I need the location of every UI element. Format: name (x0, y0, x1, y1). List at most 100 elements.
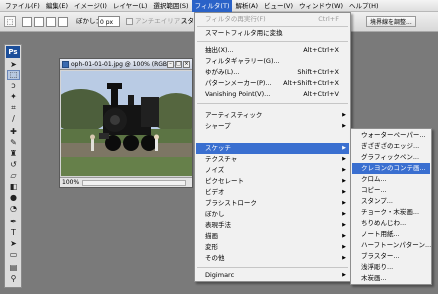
menu-item-vanishing-point[interactable]: Vanishing Point(V)... Alt+Ctrl+V (196, 89, 349, 100)
blur-tool-icon[interactable]: ● (7, 193, 20, 203)
brush-tool-icon[interactable]: ✎ (7, 138, 20, 148)
submenu-item-chrome[interactable]: クロム... (352, 174, 430, 185)
menu-bar: ファイル(F) 編集(E) イメージ(I) レイヤー(L) 選択範囲(S) フィ… (0, 0, 438, 12)
filter-menu: フィルタの再実行(F) Ctrl+F スマートフィルタ用に変換 抽出(X)... A… (194, 12, 351, 282)
menu-item-repeat-filter[interactable]: フィルタの再実行(F) Ctrl+F (196, 14, 349, 25)
menu-item-render[interactable]: 描画 ▶ (196, 231, 349, 242)
menu-item-texture[interactable]: テクスチャ ▶ (196, 154, 349, 165)
path-selection-tool-icon[interactable]: ➤ (7, 239, 20, 249)
magic-wand-tool-icon[interactable]: ✦ (7, 92, 20, 102)
sketch-submenu: ウォーターペーパー... ぎざぎざのエッジ... グラフィックペン... クレヨ… (350, 128, 432, 285)
menu-item-digimarc[interactable]: Digimarc ▶ (196, 270, 349, 281)
submenu-item-graphic-pen[interactable]: グラフィックペン... (352, 152, 430, 163)
eyedropper-tool-icon[interactable]: ⚲ (7, 274, 20, 284)
menu-file[interactable]: ファイル(F) (2, 0, 43, 12)
submenu-item-note-paper[interactable]: ノート用紙... (352, 229, 430, 240)
maximize-icon[interactable]: □ (175, 61, 182, 68)
crop-tool-icon[interactable]: ⌗ (7, 103, 20, 113)
submenu-item-torn-edges[interactable]: ぎざぎざのエッジ... (352, 141, 430, 152)
document-title-bar[interactable]: oph-01-01-01.jpg @ 100% (RGB/8... – □ × (60, 59, 192, 70)
submenu-item-plaster[interactable]: ブラスター... (352, 251, 430, 262)
slice-tool-icon[interactable]: ∕ (7, 114, 20, 124)
minimize-icon[interactable]: – (167, 61, 174, 68)
submenu-arrow-icon: ▶ (342, 233, 346, 239)
submenu-item-photocopy[interactable]: コピー... (352, 185, 430, 196)
tools-panel: Ps ➤ ⬚ ↄ ✦ ⌗ ∕ ✚ ✎ ♜ ↺ ▱ ◧ ● ◔ ✒ T ➤ ▭ ▤… (4, 44, 22, 288)
menu-item-video[interactable]: ビデオ ▶ (196, 187, 349, 198)
submenu-arrow-icon: ▶ (342, 272, 346, 278)
submenu-item-conte-crayon[interactable]: クレヨンのコンテ画... (352, 163, 430, 174)
menu-item-noise[interactable]: ノイズ ▶ (196, 165, 349, 176)
menu-help[interactable]: ヘルプ(H) (346, 0, 381, 12)
menu-filter[interactable]: フィルタ(T) (191, 0, 233, 12)
document-window: oph-01-01-01.jpg @ 100% (RGB/8... – □ × (59, 58, 193, 188)
add-selection-icon[interactable] (34, 17, 44, 27)
move-tool-icon[interactable]: ➤ (7, 60, 20, 70)
menu-item-other[interactable]: その他 ▶ (196, 253, 349, 264)
submenu-arrow-icon: ▶ (342, 189, 346, 195)
horizontal-scrollbar[interactable] (82, 180, 186, 186)
submenu-item-stamp[interactable]: スタンプ... (352, 196, 430, 207)
submenu-item-water-paper[interactable]: ウォーターペーパー... (352, 130, 430, 141)
submenu-arrow-icon: ▶ (342, 123, 346, 129)
submenu-arrow-icon: ▶ (342, 156, 346, 162)
type-tool-icon[interactable]: T (7, 228, 20, 238)
menu-item-pattern-maker[interactable]: パターンメーカー(P)... Alt+Shift+Ctrl+X (196, 78, 349, 89)
menu-analysis[interactable]: 解析(A) (232, 0, 261, 12)
submenu-arrow-icon: ▶ (342, 112, 346, 118)
menu-item-pixelate[interactable]: ピクセレート ▶ (196, 176, 349, 187)
gradient-tool-icon[interactable]: ◧ (7, 182, 20, 192)
history-brush-tool-icon[interactable]: ↺ (7, 160, 20, 170)
submenu-item-bas-relief[interactable]: 浅浮彫り... (352, 262, 430, 273)
menu-item-stylize[interactable]: 表現手法 ▶ (196, 220, 349, 231)
menu-item-sharpen[interactable]: シャープ ▶ (196, 121, 349, 132)
menu-item-extract[interactable]: 抽出(X)... Alt+Ctrl+X (196, 45, 349, 56)
submenu-arrow-icon: ▶ (342, 255, 346, 261)
notes-tool-icon[interactable]: ▤ (7, 263, 20, 273)
zoom-level[interactable]: 100% (62, 178, 79, 188)
menu-image[interactable]: イメージ(I) (71, 0, 110, 12)
photoshop-logo: Ps (6, 46, 20, 58)
antialias-checkbox[interactable] (126, 18, 133, 25)
menu-item-artistic[interactable]: アーティスティック ▶ (196, 110, 349, 121)
document-photo[interactable] (61, 71, 192, 176)
pen-tool-icon[interactable]: ✒ (7, 217, 20, 227)
menu-separator (197, 41, 348, 42)
menu-view[interactable]: ビュー(V) (261, 0, 296, 12)
intersect-selection-icon[interactable] (58, 17, 68, 27)
menu-item-liquify[interactable]: ゆがみ(L)... Shift+Ctrl+X (196, 67, 349, 78)
dodge-tool-icon[interactable]: ◔ (7, 204, 20, 214)
submenu-item-charcoal[interactable]: 木炭画... (352, 273, 430, 284)
antialias-label: アンチエイリアス (135, 17, 187, 25)
menu-item-brush-strokes[interactable]: ブラシストローク ▶ (196, 198, 349, 209)
menu-separator (197, 267, 348, 268)
menu-edit[interactable]: 編集(E) (43, 0, 71, 12)
menu-item-blur[interactable]: ぼかし ▶ (196, 209, 349, 220)
healing-brush-tool-icon[interactable]: ✚ (7, 127, 20, 137)
new-selection-icon[interactable] (22, 17, 32, 27)
lasso-tool-icon[interactable]: ↄ (7, 81, 20, 91)
menu-item-sketch[interactable]: スケッチ ▶ (196, 143, 349, 154)
eraser-tool-icon[interactable]: ▱ (7, 171, 20, 181)
menu-layer[interactable]: レイヤー(L) (110, 0, 151, 12)
menu-item-smart-filter[interactable]: スマートフィルタ用に変換 (196, 28, 349, 39)
menu-select[interactable]: 選択範囲(S) (150, 0, 191, 12)
menu-item-distort[interactable]: 変形 ▶ (196, 242, 349, 253)
submenu-item-chalk-charcoal[interactable]: チョーク・木炭画... (352, 207, 430, 218)
refine-edge-button[interactable]: 境界線を調整... (366, 16, 416, 27)
close-icon[interactable]: × (183, 61, 190, 68)
subtract-selection-icon[interactable] (46, 17, 56, 27)
submenu-item-reticulation[interactable]: ちりめんじわ... (352, 218, 430, 229)
clone-stamp-tool-icon[interactable]: ♜ (7, 149, 20, 159)
submenu-arrow-icon: ▶ (342, 167, 346, 173)
feather-input[interactable]: 0 px (98, 16, 120, 27)
submenu-item-halftone-pattern[interactable]: ハーフトーンパターン... (352, 240, 431, 251)
menu-item-filter-gallery[interactable]: フィルタギャラリー(G)... (196, 56, 349, 67)
marquee-tool-icon[interactable]: ⬚ (4, 16, 16, 27)
menu-window[interactable]: ウィンドウ(W) (296, 0, 346, 12)
submenu-arrow-icon: ▶ (342, 178, 346, 184)
marquee-tool-icon[interactable]: ⬚ (7, 70, 20, 80)
shape-tool-icon[interactable]: ▭ (7, 250, 20, 260)
document-title: oph-01-01-01.jpg @ 100% (RGB/8... (71, 61, 179, 68)
menu-separator (197, 26, 348, 27)
